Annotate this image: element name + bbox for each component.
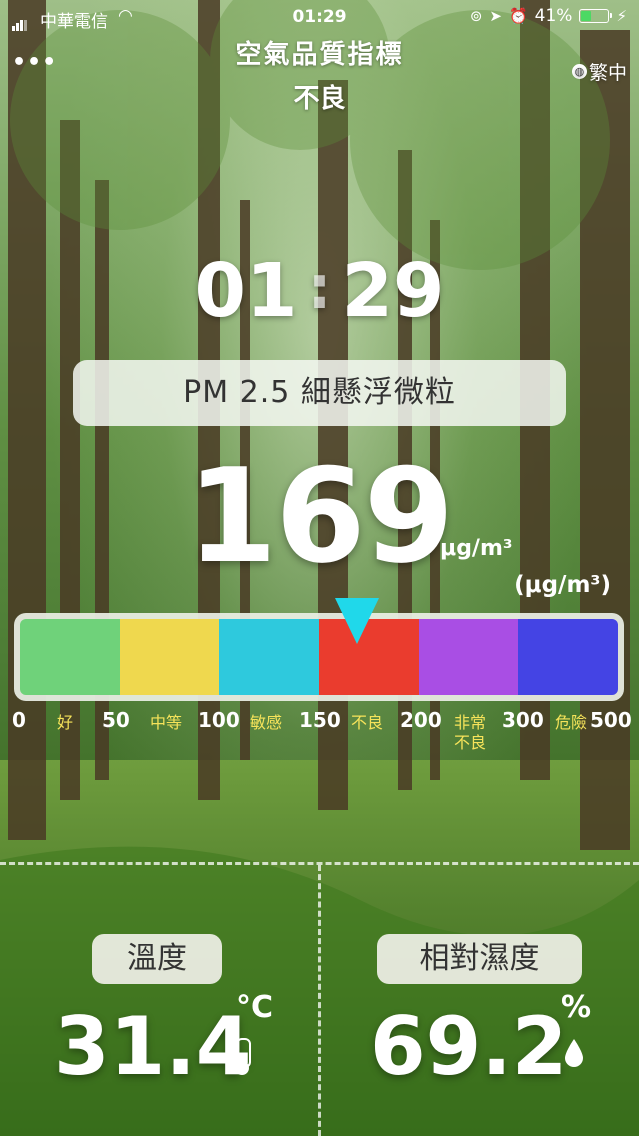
clock-minutes: 29 [341, 248, 445, 334]
status-bar: 中華電信 ◠ 01:29 ⊚ ➤ ⏰ 41% ⚡ [0, 0, 639, 34]
scale-category-0: 好 [57, 713, 74, 732]
scale-tick-150: 150 [299, 708, 341, 732]
status-right: ⊚ ➤ ⏰ 41% ⚡ [470, 6, 627, 26]
battery-fill [581, 11, 592, 21]
scale-unit: (μg/m³) [514, 572, 611, 598]
scale-tick-100: 100 [198, 708, 240, 732]
scale-tick-500: 500 [590, 708, 632, 732]
water-drop-icon [565, 1039, 583, 1067]
language-button[interactable]: ◍ 繁中 [571, 58, 627, 85]
clock-colon: : [307, 253, 332, 323]
scale-band-5 [518, 619, 619, 695]
temperature-unit: °C [236, 990, 274, 1025]
temperature-label: 溫度 [92, 934, 222, 984]
battery-icon [579, 9, 613, 23]
pm25-label: PM 2.5 細懸浮微粒 [73, 360, 566, 426]
globe-icon: ◍ [571, 64, 587, 79]
battery-percent: 41% [534, 6, 573, 26]
scale-category-2: 敏感 [250, 713, 283, 732]
location-icon: ➤ [489, 7, 502, 25]
temperature-value: 31.4 [54, 1000, 252, 1093]
scale-category-5: 危險 [555, 713, 588, 732]
scale-band-2 [219, 619, 320, 695]
humidity-unit: % [561, 990, 592, 1025]
page-title: 空氣品質指標 [235, 40, 404, 70]
app-screen: 中華電信 ◠ 01:29 ⊚ ➤ ⏰ 41% ⚡ ••• 空氣品質指標 不良 ◍… [0, 0, 639, 1136]
alarm-icon: ⏰ [508, 7, 528, 25]
lock-rotation-icon: ⊚ [469, 7, 483, 25]
clock-hours: 01 [194, 248, 298, 334]
scale-category-1: 中等 [150, 713, 183, 732]
language-label: 繁中 [588, 62, 627, 84]
scale-category-3: 不良 [351, 713, 384, 732]
air-quality-status: 不良 [293, 84, 346, 114]
pm25-value: 169 [186, 440, 454, 592]
scale-band-1 [119, 619, 220, 695]
thermometer-icon [235, 1038, 251, 1075]
humidity-value: 69.2 [370, 1000, 568, 1093]
clock: 01:29 [0, 248, 639, 334]
divider-vertical [318, 865, 321, 1136]
charging-icon: ⚡ [616, 7, 627, 25]
scale-tick-50: 50 [102, 708, 130, 732]
pm25-unit: μg/m³ [440, 536, 513, 561]
scale-tick-0: 0 [12, 708, 26, 732]
scale-pointer-icon [334, 598, 379, 644]
scale-band-0 [20, 619, 121, 695]
humidity-label: 相對濕度 [377, 934, 582, 984]
scale-tick-200: 200 [400, 708, 442, 732]
aqi-scale-bar [14, 613, 624, 701]
scale-tick-300: 300 [502, 708, 544, 732]
scale-category-4: 非常 不良 [454, 713, 487, 752]
scale-band-4 [418, 619, 519, 695]
